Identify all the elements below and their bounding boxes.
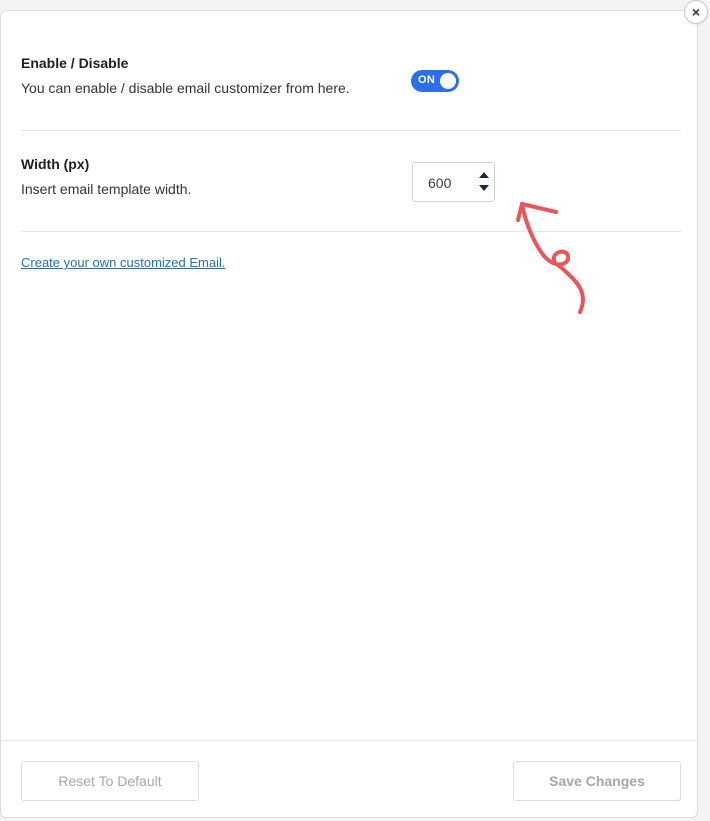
divider xyxy=(21,130,681,131)
enable-row: Enable / Disable You can enable / disabl… xyxy=(21,55,681,96)
settings-modal: Enable / Disable You can enable / disabl… xyxy=(0,10,698,818)
number-spinner xyxy=(477,169,491,195)
chevron-up-icon[interactable] xyxy=(479,172,489,178)
close-icon: × xyxy=(691,4,701,20)
create-email-link[interactable]: Create your own customized Email. xyxy=(21,255,225,270)
footer-divider xyxy=(1,740,697,741)
annotation-arrow-icon xyxy=(516,202,585,314)
save-changes-button[interactable]: Save Changes xyxy=(513,761,681,801)
enable-title: Enable / Disable xyxy=(21,55,129,71)
width-value: 600 xyxy=(428,175,452,191)
stage: Enable / Disable You can enable / disabl… xyxy=(0,0,710,821)
enable-toggle[interactable]: ON xyxy=(411,70,459,92)
enable-description: You can enable / disable email customize… xyxy=(21,80,350,96)
toggle-label: ON xyxy=(418,74,436,86)
reset-default-button[interactable]: Reset To Default xyxy=(21,761,199,801)
width-input[interactable]: 600 xyxy=(412,162,495,202)
close-button[interactable]: × xyxy=(684,0,708,24)
toggle-knob xyxy=(440,73,456,89)
width-title: Width (px) xyxy=(21,156,90,172)
chevron-down-icon[interactable] xyxy=(479,185,489,191)
